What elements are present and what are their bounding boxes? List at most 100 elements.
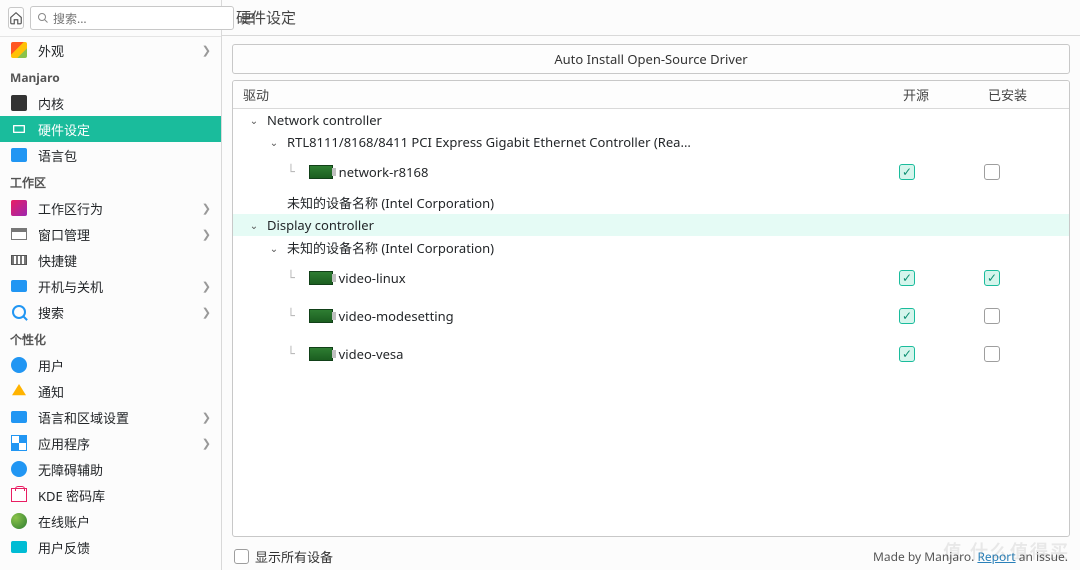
sidebar-item-appearance[interactable]: 外观 ❯ xyxy=(0,37,221,63)
home-icon xyxy=(9,11,23,25)
driver-row[interactable]: └ video-modesetting xyxy=(233,297,1069,335)
installed-checkbox[interactable] xyxy=(984,346,1000,362)
row-label: video-vesa xyxy=(339,345,404,363)
sidebar-item-hardware[interactable]: 硬件设定 xyxy=(0,116,221,142)
sidebar-item-label: 搜索 xyxy=(38,303,192,322)
workspace-icon xyxy=(10,199,28,217)
sidebar-item-label: 快捷键 xyxy=(38,251,211,270)
hardware-card-icon xyxy=(309,271,333,285)
col-driver[interactable]: 驱动 xyxy=(233,81,899,108)
home-button[interactable] xyxy=(8,7,24,29)
sidebar-item-access[interactable]: 无障碍辅助 xyxy=(0,456,221,482)
sidebar-item-label: 外观 xyxy=(38,41,192,60)
apps-icon xyxy=(10,434,28,452)
driver-row[interactable]: └ video-linux xyxy=(233,259,1069,297)
tree-branch-icon: └ xyxy=(287,271,303,286)
installed-checkbox[interactable] xyxy=(984,164,1000,180)
sidebar-item-notify[interactable]: 通知 xyxy=(0,378,221,404)
appearance-icon xyxy=(10,41,28,59)
category-row[interactable]: ⌄ Display controller xyxy=(233,214,1069,236)
device-row[interactable]: ⌄ 未知的设备名称 (Intel Corporation) xyxy=(233,236,1069,259)
credit-post: an issue. xyxy=(1016,548,1068,565)
device-row[interactable]: 未知的设备名称 (Intel Corporation) xyxy=(233,191,1069,214)
sidebar-item-label: 开机与关机 xyxy=(38,277,192,296)
open-source-checkbox[interactable] xyxy=(899,346,915,362)
search-icon xyxy=(10,303,28,321)
row-label: Network controller xyxy=(267,111,382,129)
user-icon xyxy=(10,356,28,374)
expander-icon[interactable]: ⌄ xyxy=(247,113,261,127)
row-label: Display controller xyxy=(267,216,374,234)
open-source-cell xyxy=(899,164,984,180)
hardware-card-icon xyxy=(309,165,333,179)
chevron-right-icon: ❯ xyxy=(202,305,211,320)
report-link[interactable]: Report xyxy=(977,548,1015,565)
driver-table: 驱动 开源 已安装 ⌄ Network controller ⌄RTL8111/81… xyxy=(232,80,1070,537)
search-icon xyxy=(37,12,49,24)
lang-icon xyxy=(10,146,28,164)
sidebar-nav[interactable]: 外观❯Manjaro内核硬件设定语言包工作区工作区行为❯窗口管理❯快捷键开机与关… xyxy=(0,37,221,570)
page-title: 硬件设定 xyxy=(236,7,296,28)
sidebar-item-label: 语言和区域设置 xyxy=(38,408,192,427)
col-installed[interactable]: 已安装 xyxy=(984,81,1069,108)
installed-cell xyxy=(984,308,1069,324)
sidebar-item-label: 硬件设定 xyxy=(38,120,211,139)
table-body[interactable]: ⌄ Network controller ⌄RTL8111/8168/8411 PC… xyxy=(233,109,1069,536)
auto-install-button[interactable]: Auto Install Open-Source Driver xyxy=(232,44,1070,74)
expander-icon[interactable]: ⌄ xyxy=(267,241,281,255)
sidebar-item-label: 内核 xyxy=(38,94,211,113)
sidebar-item-window[interactable]: 窗口管理❯ xyxy=(0,221,221,247)
sidebar-item-label: 用户 xyxy=(38,356,211,375)
installed-cell xyxy=(984,346,1069,362)
sidebar-item-apps[interactable]: 应用程序 ❯ xyxy=(0,430,221,456)
chevron-right-icon: ❯ xyxy=(202,43,211,58)
nav-section-title: Manjaro xyxy=(0,63,221,90)
expander-icon[interactable]: ⌄ xyxy=(247,218,261,232)
driver-row[interactable]: └ video-vesa xyxy=(233,335,1069,373)
sidebar-item-label: 应用程序 xyxy=(38,434,192,453)
col-open[interactable]: 开源 xyxy=(899,81,984,108)
main: 硬件设定 Auto Install Open-Source Driver 驱动 … xyxy=(222,0,1080,570)
sidebar-item-label: 语言包 xyxy=(38,146,211,165)
hardware-card-icon xyxy=(309,347,333,361)
category-row[interactable]: ⌄ Network controller xyxy=(233,109,1069,131)
device-row[interactable]: ⌄RTL8111/8168/8411 PCI Express Gigabit E… xyxy=(233,131,1069,153)
content: Auto Install Open-Source Driver 驱动 开源 已安… xyxy=(222,36,1080,570)
installed-checkbox[interactable] xyxy=(984,308,1000,324)
wallet-icon xyxy=(10,486,28,504)
driver-row[interactable]: └ network-r8168 xyxy=(233,153,1069,191)
show-all-checkbox[interactable] xyxy=(234,549,249,564)
open-source-checkbox[interactable] xyxy=(899,308,915,324)
open-source-checkbox[interactable] xyxy=(899,164,915,180)
row-label: video-linux xyxy=(339,269,406,287)
sidebar-item-wallet[interactable]: KDE 密码库 xyxy=(0,482,221,508)
sidebar-item-label: 通知 xyxy=(38,382,211,401)
row-label: 未知的设备名称 (Intel Corporation) xyxy=(287,193,494,212)
sidebar-item-feedback[interactable]: 用户反馈 xyxy=(0,534,221,560)
sidebar-item-search[interactable]: 搜索 ❯ xyxy=(0,299,221,325)
row-label: 未知的设备名称 (Intel Corporation) xyxy=(287,238,494,257)
sidebar-item-locale[interactable]: 语言和区域设置❯ xyxy=(0,404,221,430)
tree-branch-icon: └ xyxy=(287,309,303,324)
sidebar-item-shortcut[interactable]: 快捷键 xyxy=(0,247,221,273)
open-source-cell xyxy=(899,270,984,286)
sidebar-item-workspace[interactable]: 工作区行为❯ xyxy=(0,195,221,221)
sidebar-item-lang[interactable]: 语言包 xyxy=(0,142,221,168)
sidebar-item-power[interactable]: 开机与关机❯ xyxy=(0,273,221,299)
chevron-right-icon: ❯ xyxy=(202,436,211,451)
sidebar-search[interactable] xyxy=(30,6,234,30)
open-source-checkbox[interactable] xyxy=(899,270,915,286)
sidebar-item-label: 在线账户 xyxy=(38,512,211,531)
locale-icon xyxy=(10,408,28,426)
installed-checkbox[interactable] xyxy=(984,270,1000,286)
sidebar-item-online[interactable]: 在线账户 xyxy=(0,508,221,534)
feedback-icon xyxy=(10,538,28,556)
expander-icon[interactable]: ⌄ xyxy=(267,135,281,149)
access-icon xyxy=(10,460,28,478)
sidebar-item-user[interactable]: 用户 xyxy=(0,352,221,378)
hardware-icon xyxy=(10,120,28,138)
installed-cell xyxy=(984,270,1069,286)
search-input[interactable] xyxy=(53,10,227,27)
sidebar-top xyxy=(0,0,221,37)
sidebar-item-kernel[interactable]: 内核 xyxy=(0,90,221,116)
